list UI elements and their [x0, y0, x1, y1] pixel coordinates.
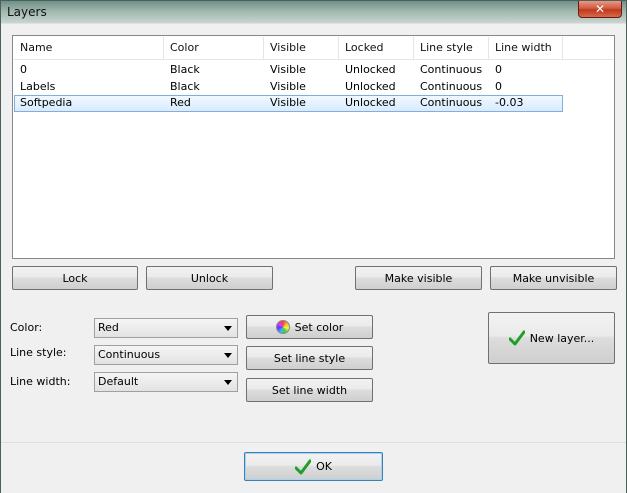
column-header-line-style[interactable]: Line style: [414, 37, 489, 59]
new-layer-button-label: New layer...: [529, 331, 595, 345]
close-button[interactable]: ✕: [578, 1, 622, 18]
close-icon: ✕: [594, 2, 606, 16]
cell-line-width: -0.03: [495, 96, 524, 109]
table-row-selected[interactable]: Softpedia Red Visible Unlocked Continuou…: [14, 95, 563, 112]
cell-line-style: Continuous: [420, 80, 483, 93]
checkmark-icon: [508, 330, 525, 346]
cell-name: 0: [20, 63, 27, 76]
cell-locked: Unlocked: [345, 63, 396, 76]
column-header-name[interactable]: Name: [14, 37, 164, 59]
column-header-line-width[interactable]: Line width: [489, 37, 563, 59]
checkmark-icon: [295, 459, 312, 474]
cell-color: Red: [170, 96, 191, 109]
column-header-color[interactable]: Color: [164, 37, 264, 59]
layers-list[interactable]: Name Color Visible Locked Line style Lin…: [12, 35, 615, 259]
set-color-button[interactable]: Set color: [246, 315, 373, 339]
make-visible-button-label: Make visible: [384, 271, 453, 285]
set-color-button-label: Set color: [294, 320, 344, 334]
table-row[interactable]: 0 Black Visible Unlocked Continuous 0: [14, 62, 563, 78]
unlock-button-label: Unlock: [190, 271, 229, 285]
column-header-locked[interactable]: Locked: [339, 37, 414, 59]
table-row[interactable]: Labels Black Visible Unlocked Continuous…: [14, 79, 563, 95]
layers-dialog: Layers ✕ Name Color Visible Locked Line …: [0, 0, 627, 493]
set-line-width-button[interactable]: Set line width: [246, 378, 373, 402]
line-width-select-value: Default: [98, 375, 139, 388]
cell-name: Softpedia: [20, 96, 73, 109]
set-line-style-button[interactable]: Set line style: [246, 346, 373, 370]
lock-button[interactable]: Lock: [12, 266, 138, 290]
cell-line-style: Continuous: [420, 96, 483, 109]
set-line-width-button-label: Set line width: [271, 383, 348, 397]
cell-line-style: Continuous: [420, 63, 483, 76]
cell-locked: Unlocked: [345, 96, 396, 109]
make-unvisible-button-label: Make unvisible: [512, 271, 595, 285]
cell-name: Labels: [20, 80, 56, 93]
line-width-label: Line width:: [10, 375, 71, 388]
color-select-value: Red: [98, 321, 119, 334]
cell-visible: Visible: [270, 80, 306, 93]
new-layer-button[interactable]: New layer...: [488, 312, 615, 364]
cell-color: Black: [170, 80, 200, 93]
chevron-down-icon: [224, 380, 232, 385]
ok-button-label: OK: [316, 460, 332, 473]
line-width-select[interactable]: Default: [94, 372, 238, 392]
cell-color: Black: [170, 63, 200, 76]
line-style-select[interactable]: Continuous: [94, 345, 238, 365]
make-unvisible-button[interactable]: Make unvisible: [490, 266, 617, 290]
chevron-down-icon: [224, 326, 232, 331]
color-select[interactable]: Red: [94, 318, 238, 338]
chevron-down-icon: [224, 353, 232, 358]
title-bar: Layers ✕: [1, 1, 627, 24]
column-header-visible[interactable]: Visible: [264, 37, 339, 59]
line-style-select-value: Continuous: [98, 348, 161, 361]
list-header: Name Color Visible Locked Line style Lin…: [14, 37, 613, 60]
window-title: Layers: [7, 5, 47, 19]
unlock-button[interactable]: Unlock: [146, 266, 273, 290]
lock-button-label: Lock: [62, 271, 88, 285]
cell-line-width: 0: [495, 63, 502, 76]
make-visible-button[interactable]: Make visible: [355, 266, 482, 290]
cell-visible: Visible: [270, 96, 306, 109]
cell-visible: Visible: [270, 63, 306, 76]
set-line-style-button-label: Set line style: [273, 351, 346, 365]
cell-line-width: 0: [495, 80, 502, 93]
cell-locked: Unlocked: [345, 80, 396, 93]
color-palette-icon: [275, 320, 290, 334]
ok-button[interactable]: OK: [244, 452, 383, 481]
line-style-label: Line style:: [10, 346, 67, 359]
color-label: Color:: [10, 321, 43, 334]
